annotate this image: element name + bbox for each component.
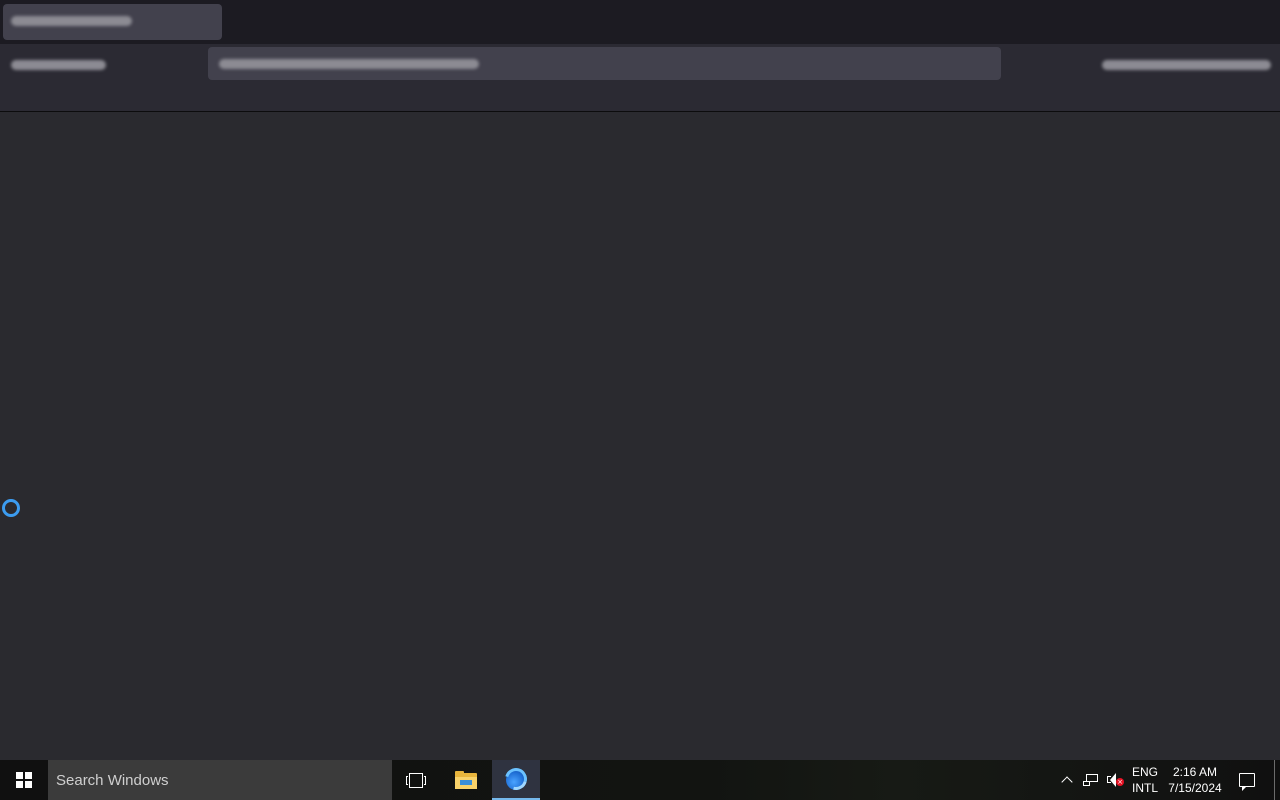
clock-time: 2:16 AM	[1172, 765, 1218, 779]
taskbar-search-box[interactable]: Search Windows	[48, 760, 392, 800]
keyboard-layout: INTL	[1131, 781, 1158, 795]
volume-muted-icon: ×	[1106, 773, 1124, 787]
browser-window	[0, 0, 1280, 760]
tab-strip	[0, 0, 1280, 44]
navigation-toolbar	[0, 44, 1280, 112]
taskbar: Search Windows × ENG INTL 2:16 AM 7/15/2…	[0, 760, 1280, 800]
task-view-icon	[406, 772, 426, 788]
tab-placeholder[interactable]	[3, 4, 222, 40]
network-icon	[1083, 774, 1099, 786]
volume-button[interactable]: ×	[1104, 760, 1126, 800]
windows-logo-icon	[16, 772, 32, 788]
address-text-skeleton	[219, 59, 479, 69]
action-center-button[interactable]	[1232, 760, 1262, 800]
tab-title-skeleton	[11, 16, 132, 26]
language-code: ENG	[1131, 765, 1158, 779]
show-desktop-button[interactable]	[1274, 760, 1280, 800]
busy-cursor-icon	[2, 499, 20, 517]
toolbar-actions-skeleton	[1102, 60, 1271, 70]
file-explorer-button[interactable]	[442, 760, 490, 800]
chevron-up-icon	[1061, 776, 1073, 788]
clock-date: 7/15/2024	[1168, 781, 1222, 795]
network-button[interactable]	[1080, 760, 1102, 800]
nav-buttons-skeleton	[11, 60, 106, 70]
input-language-indicator[interactable]: ENG INTL	[1128, 764, 1162, 796]
page-content-area[interactable]	[0, 113, 1280, 760]
address-bar[interactable]	[208, 47, 1001, 80]
firefox-taskbar-button[interactable]	[492, 760, 540, 800]
system-clock[interactable]: 2:16 AM 7/15/2024	[1164, 764, 1226, 796]
action-center-icon	[1239, 773, 1255, 791]
firefox-icon	[500, 763, 532, 795]
folder-icon	[455, 771, 477, 789]
search-placeholder: Search Windows	[56, 771, 169, 789]
start-button[interactable]	[0, 760, 48, 800]
task-view-button[interactable]	[392, 760, 440, 800]
show-hidden-icons-button[interactable]	[1056, 760, 1078, 800]
